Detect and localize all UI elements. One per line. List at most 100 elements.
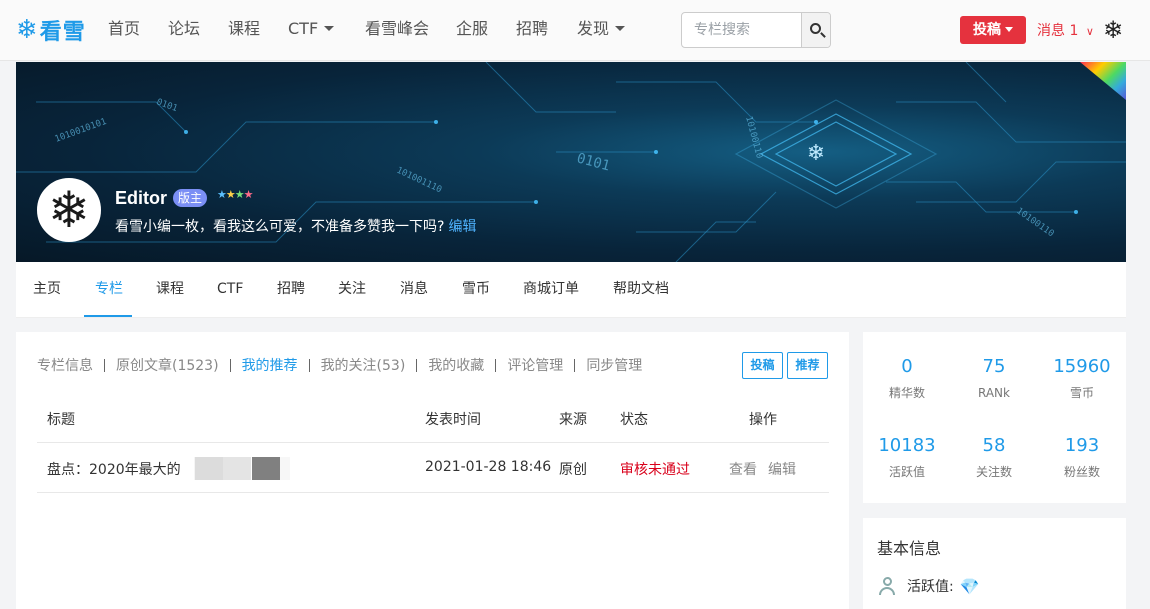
nav-item-home[interactable]: 首页 [108, 18, 140, 40]
nav-item-enterprise[interactable]: 企服 [456, 18, 488, 40]
tab-home[interactable]: 主页 [33, 280, 61, 298]
tab-column[interactable]: 专栏 [95, 280, 123, 298]
site-logo[interactable]: ❄ 看雪 [16, 14, 86, 46]
profile-bio: 看雪小编一枚，看我这么可爱，不准备多赞我一下吗? 编辑 [115, 216, 476, 236]
divider [229, 358, 231, 372]
subnav-my-following[interactable]: 我的关注(53) [321, 355, 406, 375]
stat-snow-coins: 15960 雪币 [1038, 356, 1126, 400]
tab-messages[interactable]: 消息 [400, 280, 428, 298]
stat-label: 活跃值 [888, 465, 925, 479]
activity-row: 活跃值: 💎 [877, 576, 980, 596]
top-navbar: ❄ 看雪 首页 论坛 课程 CTF 看雪峰会 企服 招聘 发现 投稿 消息 1 … [0, 0, 1150, 61]
nav-item-summit[interactable]: 看雪峰会 [365, 18, 429, 40]
diamond-icon: 💎 [959, 576, 980, 596]
stat-value: 10183 [878, 435, 936, 456]
submit-article-button[interactable]: 投稿 [742, 352, 783, 379]
tab-snow-coins[interactable]: 雪币 [462, 280, 490, 298]
nav-label: 首页 [108, 19, 141, 38]
profile-banner: ❄ 0101 1010010101 101001110 0101 10100110 101… [16, 62, 1126, 262]
moderator-badge: 版主 [173, 189, 207, 207]
article-title[interactable]: 盘点：2020年最大的 [47, 459, 181, 479]
divider [308, 358, 310, 372]
nav-label: CTF [288, 19, 319, 38]
edit-link[interactable]: 编辑 [768, 459, 796, 479]
nav-label: 论坛 [168, 19, 201, 38]
col-status-header: 状态 [620, 412, 648, 428]
tab-mall-orders[interactable]: 商城订单 [523, 280, 579, 298]
nav-label: 课程 [228, 19, 261, 38]
search-button[interactable] [801, 13, 830, 47]
recommend-button[interactable]: 推荐 [787, 352, 828, 379]
tab-following[interactable]: 关注 [338, 280, 366, 298]
subnav-sync-management[interactable]: 同步管理 [586, 355, 642, 375]
view-link[interactable]: 查看 [729, 459, 757, 479]
tab-jobs[interactable]: 招聘 [277, 280, 305, 298]
stat-label: 雪币 [1069, 386, 1094, 400]
chevron-down-icon: ∨ [1085, 25, 1094, 38]
search-icon [810, 23, 821, 34]
messages-count: 1 [1069, 23, 1079, 39]
divider [104, 358, 105, 372]
search-input[interactable] [682, 13, 802, 47]
recommendations-table: 标题 发表时间 来源 状态 操作 盘点：2020年最大的 2021-01-28 … [37, 396, 829, 493]
tab-ctf[interactable]: CTF [217, 280, 243, 298]
activity-label: 活跃值: [907, 579, 954, 595]
tab-courses[interactable]: 课程 [156, 280, 184, 298]
banner-code-text: 101001110 [395, 166, 443, 196]
nav-item-forum[interactable]: 论坛 [168, 18, 200, 40]
profile-tabs: 主页 专栏 课程 CTF 招聘 关注 消息 雪币 商城订单 帮助文档 [16, 262, 1126, 318]
redacted-block [280, 457, 290, 480]
stat-value: 75 [982, 356, 1006, 377]
basic-info-title: 基本信息 [877, 539, 942, 558]
messages-menu[interactable]: 消息 1 ∨ [1037, 20, 1094, 40]
col-title-header: 标题 [47, 412, 75, 428]
caret-down-icon [324, 25, 335, 31]
nav-item-jobs[interactable]: 招聘 [516, 18, 548, 40]
col-ops-header: 操作 [749, 412, 777, 428]
stat-value: 193 [1064, 435, 1100, 456]
stat-activity: 10183 活跃值 [863, 435, 951, 479]
user-stats-card: 0 精华数 75 RANk 15960 雪币 10183 活跃值 58 关注数 … [863, 332, 1126, 503]
post-label: 投稿 [973, 22, 1001, 38]
nav-item-ctf[interactable]: CTF [288, 18, 335, 40]
stat-label: 粉丝数 [1063, 465, 1100, 479]
bio-text: 看雪小编一枚，看我这么可爱，不准备多赞我一下吗? [115, 219, 445, 235]
stat-value: 58 [982, 435, 1006, 456]
caret-down-icon [1005, 26, 1013, 32]
edit-bio-link[interactable]: 编辑 [448, 219, 476, 235]
post-dropdown-button[interactable]: 投稿 [960, 16, 1026, 44]
publish-time: 2021-01-28 18:46 [425, 459, 552, 475]
subnav-column-info[interactable]: 专栏信息 [37, 355, 93, 375]
banner-code-text: 0101 [575, 150, 612, 174]
nav-label: 发现 [577, 19, 610, 38]
profile-username: Editor [115, 188, 167, 208]
subnav-comment-management[interactable]: 评论管理 [507, 355, 563, 375]
column-subnav: 专栏信息 原创文章(1523) 我的推荐 我的关注(53) 我的收藏 评论管理 … [37, 356, 642, 374]
divider [416, 358, 418, 372]
basic-info-card: 基本信息 活跃值: 💎 [863, 518, 1126, 609]
stat-label: 精华数 [888, 386, 925, 400]
col-time-header: 发表时间 [425, 412, 481, 428]
nav-item-discover[interactable]: 发现 [577, 18, 626, 40]
nav-label: 企服 [456, 19, 489, 38]
stat-value: 15960 [1053, 356, 1111, 377]
svg-text:❄: ❄ [807, 141, 825, 166]
col-source-header: 来源 [559, 412, 587, 428]
redacted-block [252, 457, 280, 480]
table-header: 标题 发表时间 来源 状态 操作 [37, 396, 829, 443]
status-badge: 审核未通过 [620, 462, 690, 478]
subnav-original-articles[interactable]: 原创文章(1523) [116, 355, 219, 375]
stat-fans: 193 粉丝数 [1038, 435, 1126, 479]
banner-code-text: 1010010101 [54, 117, 108, 145]
tab-help-docs[interactable]: 帮助文档 [613, 280, 669, 298]
divider [574, 358, 576, 372]
user-avatar[interactable]: ❄ [1100, 17, 1126, 43]
nav-label: 招聘 [516, 19, 549, 38]
stat-featured: 0 精华数 [863, 356, 951, 400]
nav-item-courses[interactable]: 课程 [228, 18, 260, 40]
column-panel: 专栏信息 原创文章(1523) 我的推荐 我的关注(53) 我的收藏 评论管理 … [16, 332, 849, 609]
table-row: 盘点：2020年最大的 2021-01-28 18:46 原创 审核未通过 查看… [37, 443, 829, 493]
subnav-my-favorites[interactable]: 我的收藏 [428, 355, 484, 375]
subnav-my-recommendations[interactable]: 我的推荐 [242, 355, 298, 375]
messages-label: 消息 [1037, 23, 1065, 39]
